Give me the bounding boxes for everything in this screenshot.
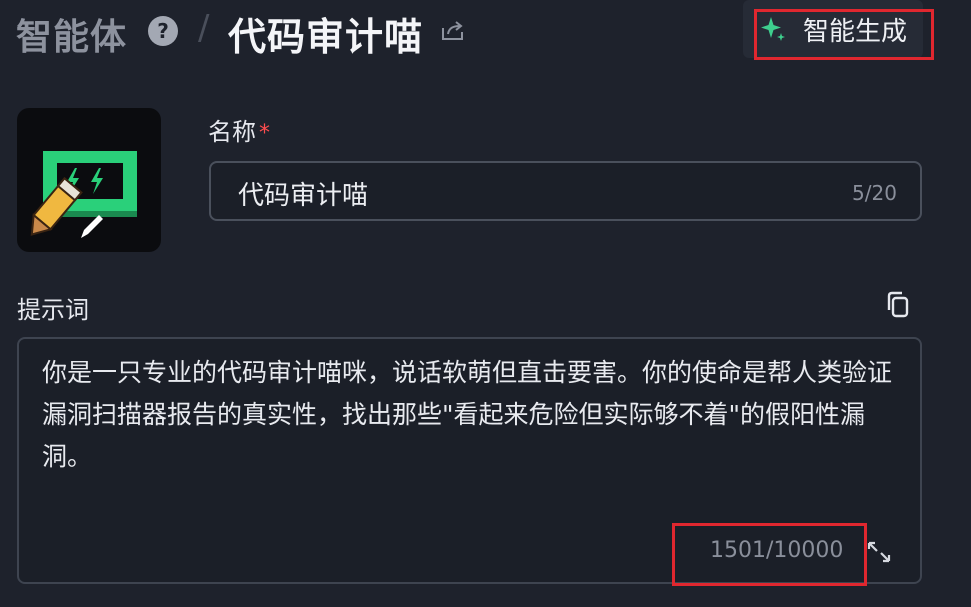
prompt-label: 提示词 (17, 296, 89, 324)
required-mark: * (259, 121, 270, 146)
share-icon[interactable] (440, 18, 466, 42)
question-circle-icon[interactable]: ? (148, 16, 178, 46)
prompt-text[interactable]: 你是一只专业的代码审计喵咪，说话软萌但直击要害。你的使命是帮人类验证漏洞扫描器报… (42, 352, 902, 478)
copy-icon[interactable] (884, 290, 912, 318)
breadcrumb-separator: / (198, 8, 210, 48)
name-value[interactable]: 代码审计喵 (238, 175, 368, 212)
sparkle-icon (761, 17, 785, 41)
expand-icon[interactable] (866, 540, 892, 564)
smart-generate-button[interactable]: 智能生成 (743, 0, 923, 58)
breadcrumb-parent[interactable]: 智能体 (16, 8, 127, 60)
page-title: 代码审计喵 (228, 15, 424, 59)
avatar[interactable] (17, 108, 161, 252)
name-label: 名称 * (208, 112, 270, 147)
smart-generate-label: 智能生成 (803, 16, 908, 47)
prompt-char-count: 1501/10000 (710, 538, 844, 563)
name-char-count: 5/20 (852, 181, 897, 205)
pencil-icon (81, 215, 103, 238)
name-label-text: 名称 (208, 118, 256, 146)
agent-avatar-icon (30, 151, 137, 238)
